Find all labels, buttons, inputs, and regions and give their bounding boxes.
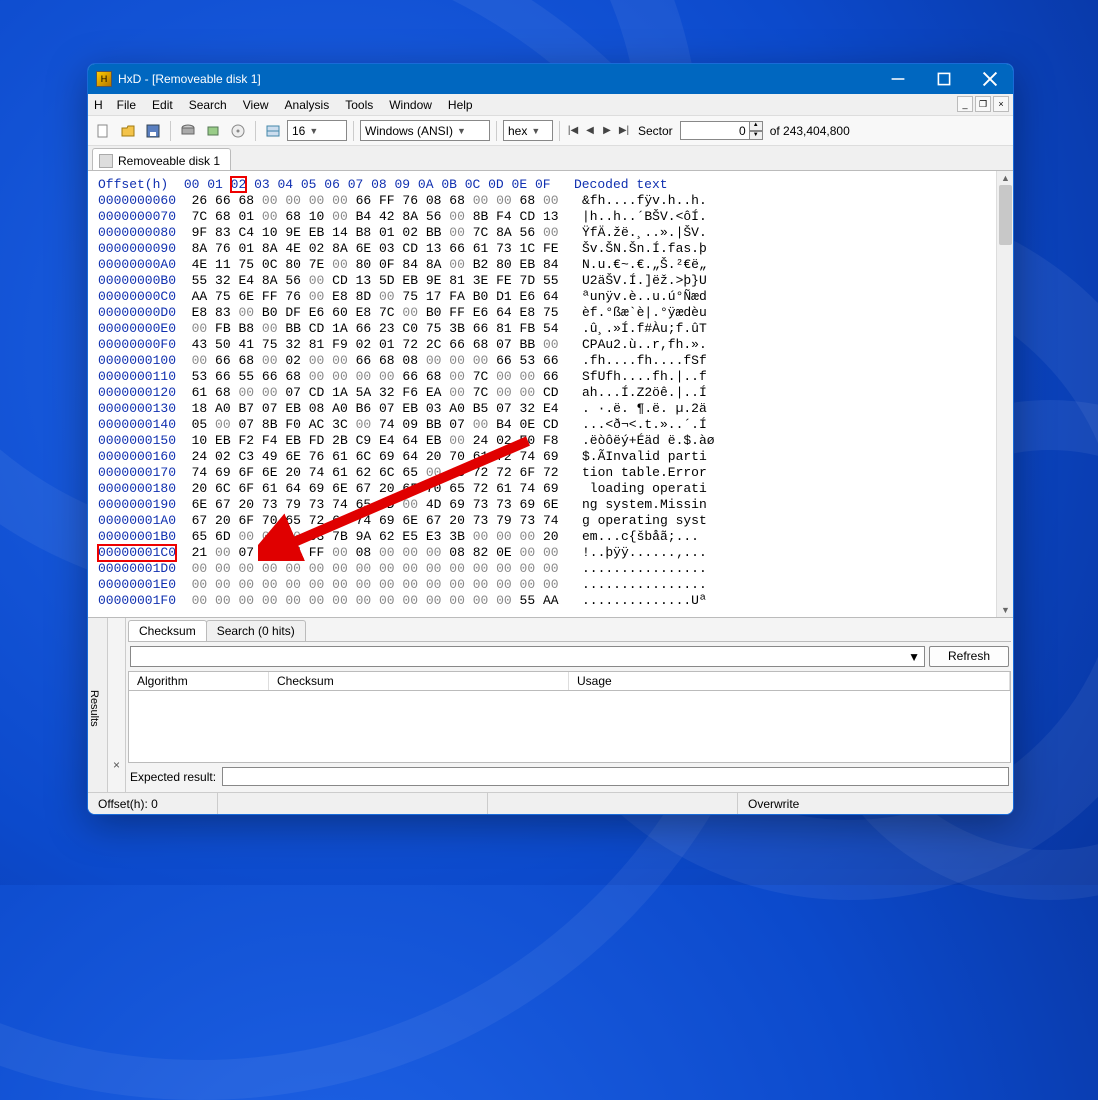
maximize-icon xyxy=(936,71,952,87)
spin-up-button[interactable]: ▲ xyxy=(749,121,763,131)
nav-prev-button[interactable]: ◀ xyxy=(583,125,597,136)
new-file-icon xyxy=(95,123,111,139)
checksum-filter-combo[interactable]: ▼ xyxy=(130,646,925,667)
scroll-down-button[interactable]: ▼ xyxy=(997,603,1013,617)
menu-window[interactable]: Window xyxy=(381,96,440,114)
minimize-icon xyxy=(890,71,906,87)
chevron-down-icon: ▼ xyxy=(309,126,318,136)
encoding-value: Windows (ANSI) xyxy=(365,124,453,138)
col-checksum[interactable]: Checksum xyxy=(269,672,569,690)
new-button[interactable] xyxy=(92,120,114,142)
menu-help[interactable]: Help xyxy=(440,96,481,114)
folder-open-icon xyxy=(120,123,136,139)
spin-down-button[interactable]: ▼ xyxy=(749,131,763,141)
tab-search[interactable]: Search (0 hits) xyxy=(206,620,306,641)
open-image-button[interactable] xyxy=(227,120,249,142)
toolbar: 16 ▼ Windows (ANSI) ▼ hex ▼ |◀ ◀ ▶ ▶| Se… xyxy=(88,116,1013,146)
menubar: H File Edit Search View Analysis Tools W… xyxy=(88,94,1013,116)
bytes-per-row-combo[interactable]: 16 ▼ xyxy=(287,120,347,141)
separator xyxy=(496,121,497,141)
menu-file[interactable]: File xyxy=(109,96,144,114)
col-algorithm[interactable]: Algorithm xyxy=(129,672,269,690)
col-usage[interactable]: Usage xyxy=(569,672,1010,690)
status-cell-3 xyxy=(488,793,738,814)
vertical-scrollbar[interactable]: ▲ ▼ xyxy=(996,171,1013,617)
encoding-combo[interactable]: Windows (ANSI) ▼ xyxy=(360,120,490,141)
checksum-table-header: Algorithm Checksum Usage xyxy=(128,671,1011,691)
refresh-button[interactable]: Refresh xyxy=(929,646,1009,667)
sector-label: Sector xyxy=(638,124,673,138)
bytes-per-row-icon-button[interactable] xyxy=(262,120,284,142)
sector-total-label: of 243,404,800 xyxy=(770,124,850,138)
mdi-restore[interactable]: ❐ xyxy=(975,96,991,112)
scroll-thumb[interactable] xyxy=(999,185,1012,245)
open-disk-button[interactable] xyxy=(177,120,199,142)
chip-icon xyxy=(205,123,221,139)
sector-input[interactable] xyxy=(680,121,750,140)
open-ram-button[interactable] xyxy=(202,120,224,142)
panel-close-button[interactable]: × xyxy=(108,618,126,792)
bytes-per-row-value: 16 xyxy=(292,124,305,138)
mdi-close[interactable]: × xyxy=(993,96,1009,112)
app-icon: H xyxy=(96,71,112,87)
chevron-down-icon: ▼ xyxy=(908,650,920,664)
results-side-tab[interactable]: Results xyxy=(88,618,108,792)
document-tab-label: Removeable disk 1 xyxy=(118,154,220,168)
nav-next-button[interactable]: ▶ xyxy=(600,125,614,136)
document-tab[interactable]: Removeable disk 1 xyxy=(92,148,231,170)
base-combo[interactable]: hex ▼ xyxy=(503,120,553,141)
menu-tools[interactable]: Tools xyxy=(337,96,381,114)
close-icon xyxy=(982,71,998,87)
grid-icon xyxy=(265,123,281,139)
save-button[interactable] xyxy=(142,120,164,142)
window-title: HxD - [Removeable disk 1] xyxy=(118,72,875,86)
separator xyxy=(559,121,560,141)
nav-first-button[interactable]: |◀ xyxy=(566,125,580,136)
cd-icon xyxy=(230,123,246,139)
chevron-down-icon: ▼ xyxy=(457,126,466,136)
menu-search[interactable]: Search xyxy=(181,96,235,114)
statusbar: Offset(h): 0 Overwrite xyxy=(88,792,1013,814)
doc-icon: H xyxy=(94,98,103,112)
close-button[interactable] xyxy=(967,64,1013,94)
bottom-panel: Results × Checksum Search (0 hits) ▼ Ref… xyxy=(88,617,1013,792)
expected-label: Expected result: xyxy=(130,770,216,784)
menu-view[interactable]: View xyxy=(235,96,277,114)
status-mode: Overwrite xyxy=(738,793,1013,814)
separator xyxy=(353,121,354,141)
hex-editor[interactable]: Offset(h) 00 01 02 03 04 05 06 07 08 09 … xyxy=(88,170,1013,617)
document-tab-bar: Removeable disk 1 xyxy=(88,146,1013,170)
menu-edit[interactable]: Edit xyxy=(144,96,181,114)
nav-last-button[interactable]: ▶| xyxy=(617,125,631,136)
mdi-minimize[interactable]: _ xyxy=(957,96,973,112)
menu-analysis[interactable]: Analysis xyxy=(277,96,338,114)
open-button[interactable] xyxy=(117,120,139,142)
base-value: hex xyxy=(508,124,527,138)
sector-spinner[interactable]: ▲ ▼ xyxy=(680,121,763,140)
scroll-up-button[interactable]: ▲ xyxy=(997,171,1013,185)
app-window: H HxD - [Removeable disk 1] H File Edit … xyxy=(87,63,1014,815)
minimize-button[interactable] xyxy=(875,64,921,94)
status-cell-2 xyxy=(218,793,488,814)
disk-icon xyxy=(180,123,196,139)
status-offset: Offset(h): 0 xyxy=(88,793,218,814)
maximize-button[interactable] xyxy=(921,64,967,94)
expected-result-input[interactable] xyxy=(222,767,1009,786)
save-icon xyxy=(145,123,161,139)
separator xyxy=(170,121,171,141)
disk-icon xyxy=(99,154,113,168)
titlebar[interactable]: H HxD - [Removeable disk 1] xyxy=(88,64,1013,94)
chevron-down-icon: ▼ xyxy=(531,126,540,136)
tab-checksum[interactable]: Checksum xyxy=(128,620,207,641)
checksum-table-body xyxy=(128,691,1011,763)
separator xyxy=(255,121,256,141)
